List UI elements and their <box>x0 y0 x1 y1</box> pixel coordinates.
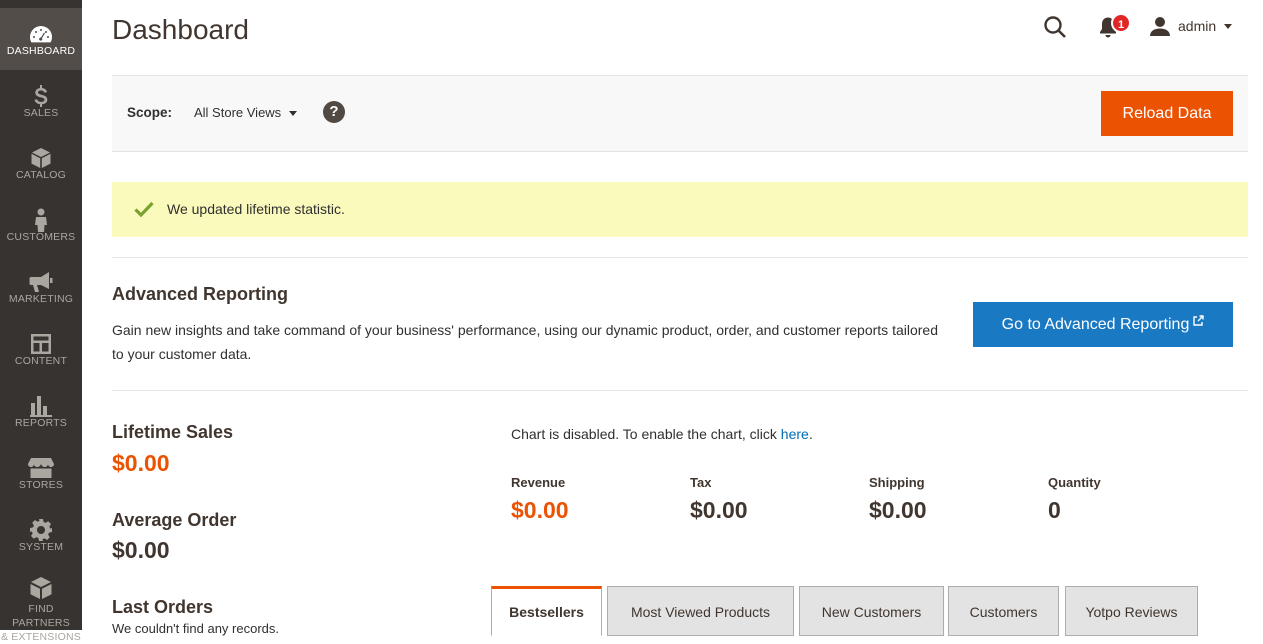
advanced-reporting-description: Gain new insights and take command of yo… <box>112 322 938 362</box>
totals-quantity: Quantity 0 <box>1048 475 1101 524</box>
lifetime-sales-label: Lifetime Sales <box>112 422 234 442</box>
totals-value: $0.00 <box>690 497 748 523</box>
divider <box>112 257 1248 258</box>
external-link-icon <box>1193 315 1205 326</box>
success-message: We updated lifetime statistic. <box>112 182 1248 237</box>
dashboard-icon <box>0 22 82 46</box>
search-icon[interactable] <box>1043 15 1069 41</box>
layout-icon <box>0 332 82 356</box>
chart-message-suffix: . <box>808 426 813 442</box>
user-menu[interactable]: admin <box>1150 14 1233 38</box>
sidebar-item-customers[interactable]: CUSTOMERS <box>0 194 82 256</box>
scope-bar: Scope: All Store Views ? Reload Data <box>112 75 1248 152</box>
sidebar-item-label: STORES <box>18 479 64 491</box>
totals-shipping: Shipping $0.00 <box>869 475 927 524</box>
user-name: admin <box>1178 18 1217 34</box>
chart-message-text: Chart is disabled. To enable the chart, … <box>511 426 781 442</box>
totals-label: Tax <box>690 475 712 490</box>
totals-label: Quantity <box>1048 475 1101 490</box>
message-text: We updated lifetime statistic. <box>167 201 345 217</box>
scope-value: All Store Views <box>194 105 282 120</box>
totals-label: Shipping <box>869 475 925 490</box>
sidebar-item-label: CATALOG <box>15 169 67 181</box>
last-orders-empty-note: We couldn't find any records. <box>112 621 279 636</box>
sidebar-item-label: DASHBOARD <box>6 45 76 57</box>
tab-customers[interactable]: Customers <box>948 586 1059 636</box>
box-icon <box>0 146 82 170</box>
sidebar-item-label: REPORTS <box>15 417 67 429</box>
tab-yotpo-reviews[interactable]: Yotpo Reviews <box>1065 586 1198 636</box>
partners-icon <box>0 576 82 600</box>
page-title: Dashboard <box>112 14 249 45</box>
sidebar-item-label: SYSTEM <box>18 541 64 553</box>
store-icon <box>0 456 82 480</box>
sidebar-item-system[interactable]: SYSTEM <box>0 504 82 566</box>
sidebar-item-label: FIND PARTNERS & EXTENSIONS <box>0 603 81 643</box>
totals-value: $0.00 <box>511 497 569 523</box>
chevron-down-icon <box>1224 23 1233 29</box>
user-icon <box>1150 17 1170 36</box>
megaphone-icon <box>0 270 82 294</box>
totals-value: $0.00 <box>869 497 927 523</box>
sidebar-item-sales[interactable]: SALES <box>0 70 82 132</box>
advanced-reporting-title: Advanced Reporting <box>112 284 289 304</box>
average-order-label: Average Order <box>112 510 237 530</box>
button-label: Go to Advanced Reporting <box>1001 315 1190 333</box>
sidebar-item-dashboard[interactable]: DASHBOARD <box>0 8 82 70</box>
tab-new-customers[interactable]: New Customers <box>799 586 944 636</box>
totals-tax: Tax $0.00 <box>690 475 748 524</box>
average-order-value: $0.00 <box>112 537 170 563</box>
totals-revenue: Revenue $0.00 <box>511 475 569 524</box>
sidebar-item-marketing[interactable]: MARKETING <box>0 256 82 318</box>
sidebar-item-label: SALES <box>23 107 59 119</box>
sidebar-item-label: CUSTOMERS <box>6 231 76 243</box>
reload-data-button[interactable]: Reload Data <box>1101 91 1233 136</box>
tab-most-viewed-products[interactable]: Most Viewed Products <box>607 586 794 636</box>
go-to-advanced-reporting-button[interactable]: Go to Advanced Reporting <box>973 302 1233 347</box>
totals-value: 0 <box>1048 497 1061 523</box>
checkmark-icon <box>134 201 154 217</box>
sidebar-item-find-partners[interactable]: FIND PARTNERS & EXTENSIONS <box>0 566 82 643</box>
notification-badge[interactable]: 1 <box>1111 13 1131 33</box>
scope-label: Scope: <box>127 105 173 120</box>
totals-label: Revenue <box>511 475 566 490</box>
help-icon[interactable]: ? <box>323 101 345 123</box>
dollar-icon <box>0 84 82 108</box>
last-orders-label: Last Orders <box>112 597 214 617</box>
sidebar-item-content[interactable]: CONTENT <box>0 318 82 380</box>
enable-chart-link[interactable]: here <box>781 426 809 442</box>
sidebar-item-reports[interactable]: REPORTS <box>0 380 82 442</box>
chevron-down-icon <box>289 111 298 116</box>
sidebar-item-label: MARKETING <box>8 293 74 305</box>
divider <box>112 390 1248 391</box>
tab-bestsellers[interactable]: Bestsellers <box>491 586 602 636</box>
sidebar-item-stores[interactable]: STORES <box>0 442 82 504</box>
person-icon <box>0 208 82 232</box>
chart-disabled-message: Chart is disabled. To enable the chart, … <box>511 426 813 442</box>
admin-sidebar: DASHBOARD SALES CATALOG CUSTOMERS MARKET… <box>0 0 82 643</box>
sidebar-item-label: CONTENT <box>14 355 68 367</box>
scope-switcher[interactable]: All Store Views <box>194 105 298 120</box>
lifetime-sales-value: $0.00 <box>112 450 170 476</box>
bar-chart-icon <box>0 394 82 418</box>
sidebar-item-catalog[interactable]: CATALOG <box>0 132 82 194</box>
gear-icon <box>0 518 82 542</box>
